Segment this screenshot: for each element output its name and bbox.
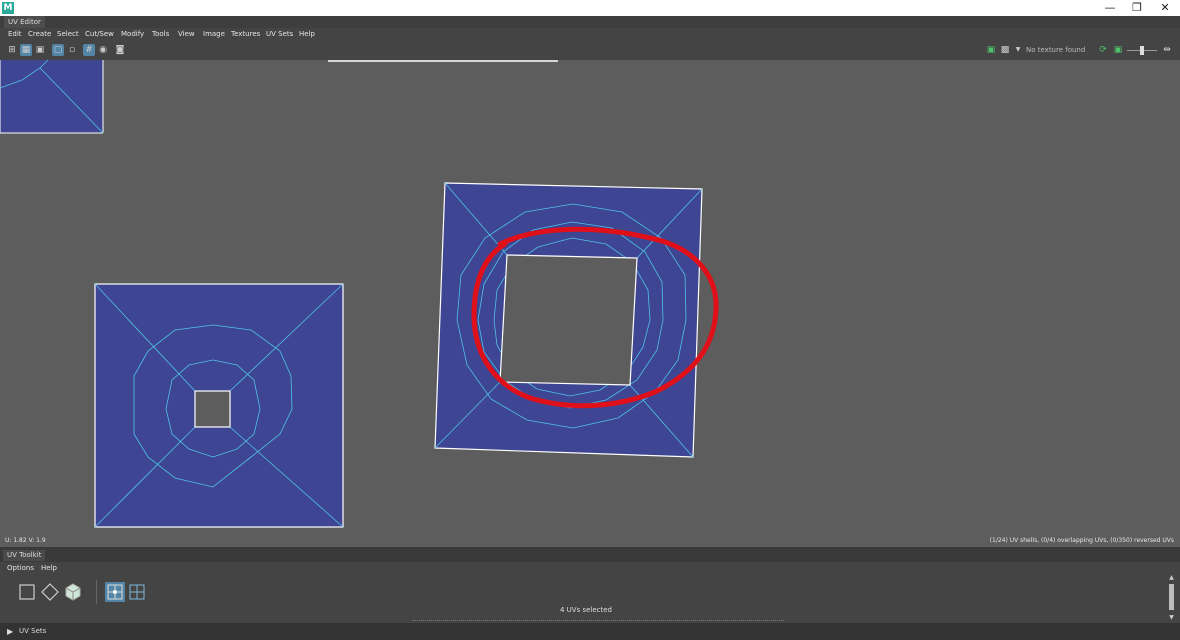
uv-editor-tab[interactable]: UV Editor bbox=[4, 16, 45, 28]
toolkit-scrollbar[interactable]: ▲ ▼ bbox=[1168, 574, 1175, 623]
grid-toggle-icon[interactable]: # bbox=[83, 44, 95, 56]
chevron-down-icon[interactable]: ▼ bbox=[1012, 44, 1024, 56]
menu-cut-sew[interactable]: Cut/Sew bbox=[85, 28, 114, 41]
close-button[interactable]: ✕ bbox=[1151, 0, 1179, 16]
menu-options[interactable]: Options bbox=[7, 562, 34, 574]
snapshot-icon[interactable]: ◙ bbox=[114, 44, 126, 56]
uv-toolkit-tab[interactable]: UV Toolkit bbox=[3, 550, 46, 561]
uv-toolkit-menu: Options Help bbox=[0, 562, 1180, 574]
image-display-icon[interactable]: ▣ bbox=[985, 44, 997, 56]
maya-logo-icon: M bbox=[2, 2, 14, 14]
diamond-select-icon[interactable] bbox=[40, 582, 60, 602]
menu-help[interactable]: Help bbox=[299, 28, 315, 41]
uv-toolkit-tab-bar: UV Toolkit bbox=[0, 547, 1180, 562]
restore-button[interactable]: ❐ bbox=[1123, 0, 1151, 16]
menu-create[interactable]: Create bbox=[28, 28, 51, 41]
uv-shell-partial bbox=[0, 60, 104, 134]
texture-icon[interactable]: ▣ bbox=[34, 44, 46, 56]
image-icon[interactable]: ▣ bbox=[1112, 44, 1124, 56]
toolbar-divider bbox=[96, 580, 97, 604]
uv-canvas[interactable] bbox=[0, 60, 1180, 547]
slider-handle[interactable] bbox=[1140, 46, 1144, 55]
uv-viewport[interactable]: U: 1.82 V: 1.9 (1/24) UV shells, (0/4) o… bbox=[0, 60, 1180, 547]
texture-border-icon[interactable]: ◉ bbox=[97, 44, 109, 56]
isolate-icon[interactable]: ▫ bbox=[66, 44, 78, 56]
uv-toolbar: ⊞ ▦ ▣ ▢ ▫ # ◉ ◙ ▣ ▩ ▼ No texture found ⟳… bbox=[0, 41, 1180, 60]
menu-tools[interactable]: Tools bbox=[152, 28, 169, 41]
menu-view[interactable]: View bbox=[178, 28, 195, 41]
menu-modify[interactable]: Modify bbox=[121, 28, 144, 41]
scroll-up-icon[interactable]: ▲ bbox=[1168, 574, 1175, 582]
minimize-button[interactable]: — bbox=[1096, 0, 1124, 16]
uv-grid-select-icon[interactable] bbox=[127, 582, 147, 602]
expand-arrow-icon[interactable]: ▶ bbox=[7, 623, 13, 640]
checker-icon[interactable]: ▩ bbox=[999, 44, 1011, 56]
cube-select-icon[interactable] bbox=[63, 582, 83, 602]
selection-status: 4 UVs selected bbox=[559, 606, 612, 614]
texture-status: No texture found bbox=[1026, 46, 1086, 54]
uv-toolkit-body: 4 UVs selected ▲ ▼ bbox=[0, 574, 1180, 623]
refresh-icon[interactable]: ⟳ bbox=[1097, 44, 1109, 56]
divider bbox=[412, 620, 784, 621]
uv-shaded-icon[interactable]: ▦ bbox=[20, 44, 32, 56]
exposure-slider[interactable] bbox=[1127, 46, 1157, 55]
scroll-down-icon[interactable]: ▼ bbox=[1168, 614, 1175, 622]
menu-toolkit-help[interactable]: Help bbox=[41, 562, 57, 574]
uv-stats-readout: (1/24) UV shells, (0/4) overlapping UVs,… bbox=[989, 537, 1174, 544]
menu-select[interactable]: Select bbox=[57, 28, 79, 41]
uv-coordinate-readout: U: 1.82 V: 1.9 bbox=[5, 537, 46, 544]
box-select-icon[interactable] bbox=[17, 582, 37, 602]
menu-edit[interactable]: Edit bbox=[8, 28, 22, 41]
menu-textures[interactable]: Textures bbox=[231, 28, 260, 41]
title-bar: M — ❐ ✕ bbox=[0, 0, 1180, 16]
menu-image[interactable]: Image bbox=[203, 28, 225, 41]
uv-editor-tab-bar: UV Editor bbox=[0, 16, 1180, 28]
menu-uv-sets[interactable]: UV Sets bbox=[266, 28, 293, 41]
expand-icon[interactable]: ⇹ bbox=[1161, 44, 1173, 56]
uv-grid-icon[interactable]: ⊞ bbox=[6, 44, 18, 56]
uv-shell-left bbox=[94, 283, 344, 528]
uv-sets-section[interactable]: ▶ UV Sets bbox=[0, 623, 1180, 640]
menu-bar: Edit Create Select Cut/Sew Modify Tools … bbox=[0, 28, 1180, 41]
scroll-thumb[interactable] bbox=[1169, 584, 1174, 610]
frame-icon[interactable]: ▢ bbox=[52, 44, 64, 56]
uv-select-icon[interactable] bbox=[105, 582, 125, 602]
uv-sets-label: UV Sets bbox=[19, 627, 47, 635]
